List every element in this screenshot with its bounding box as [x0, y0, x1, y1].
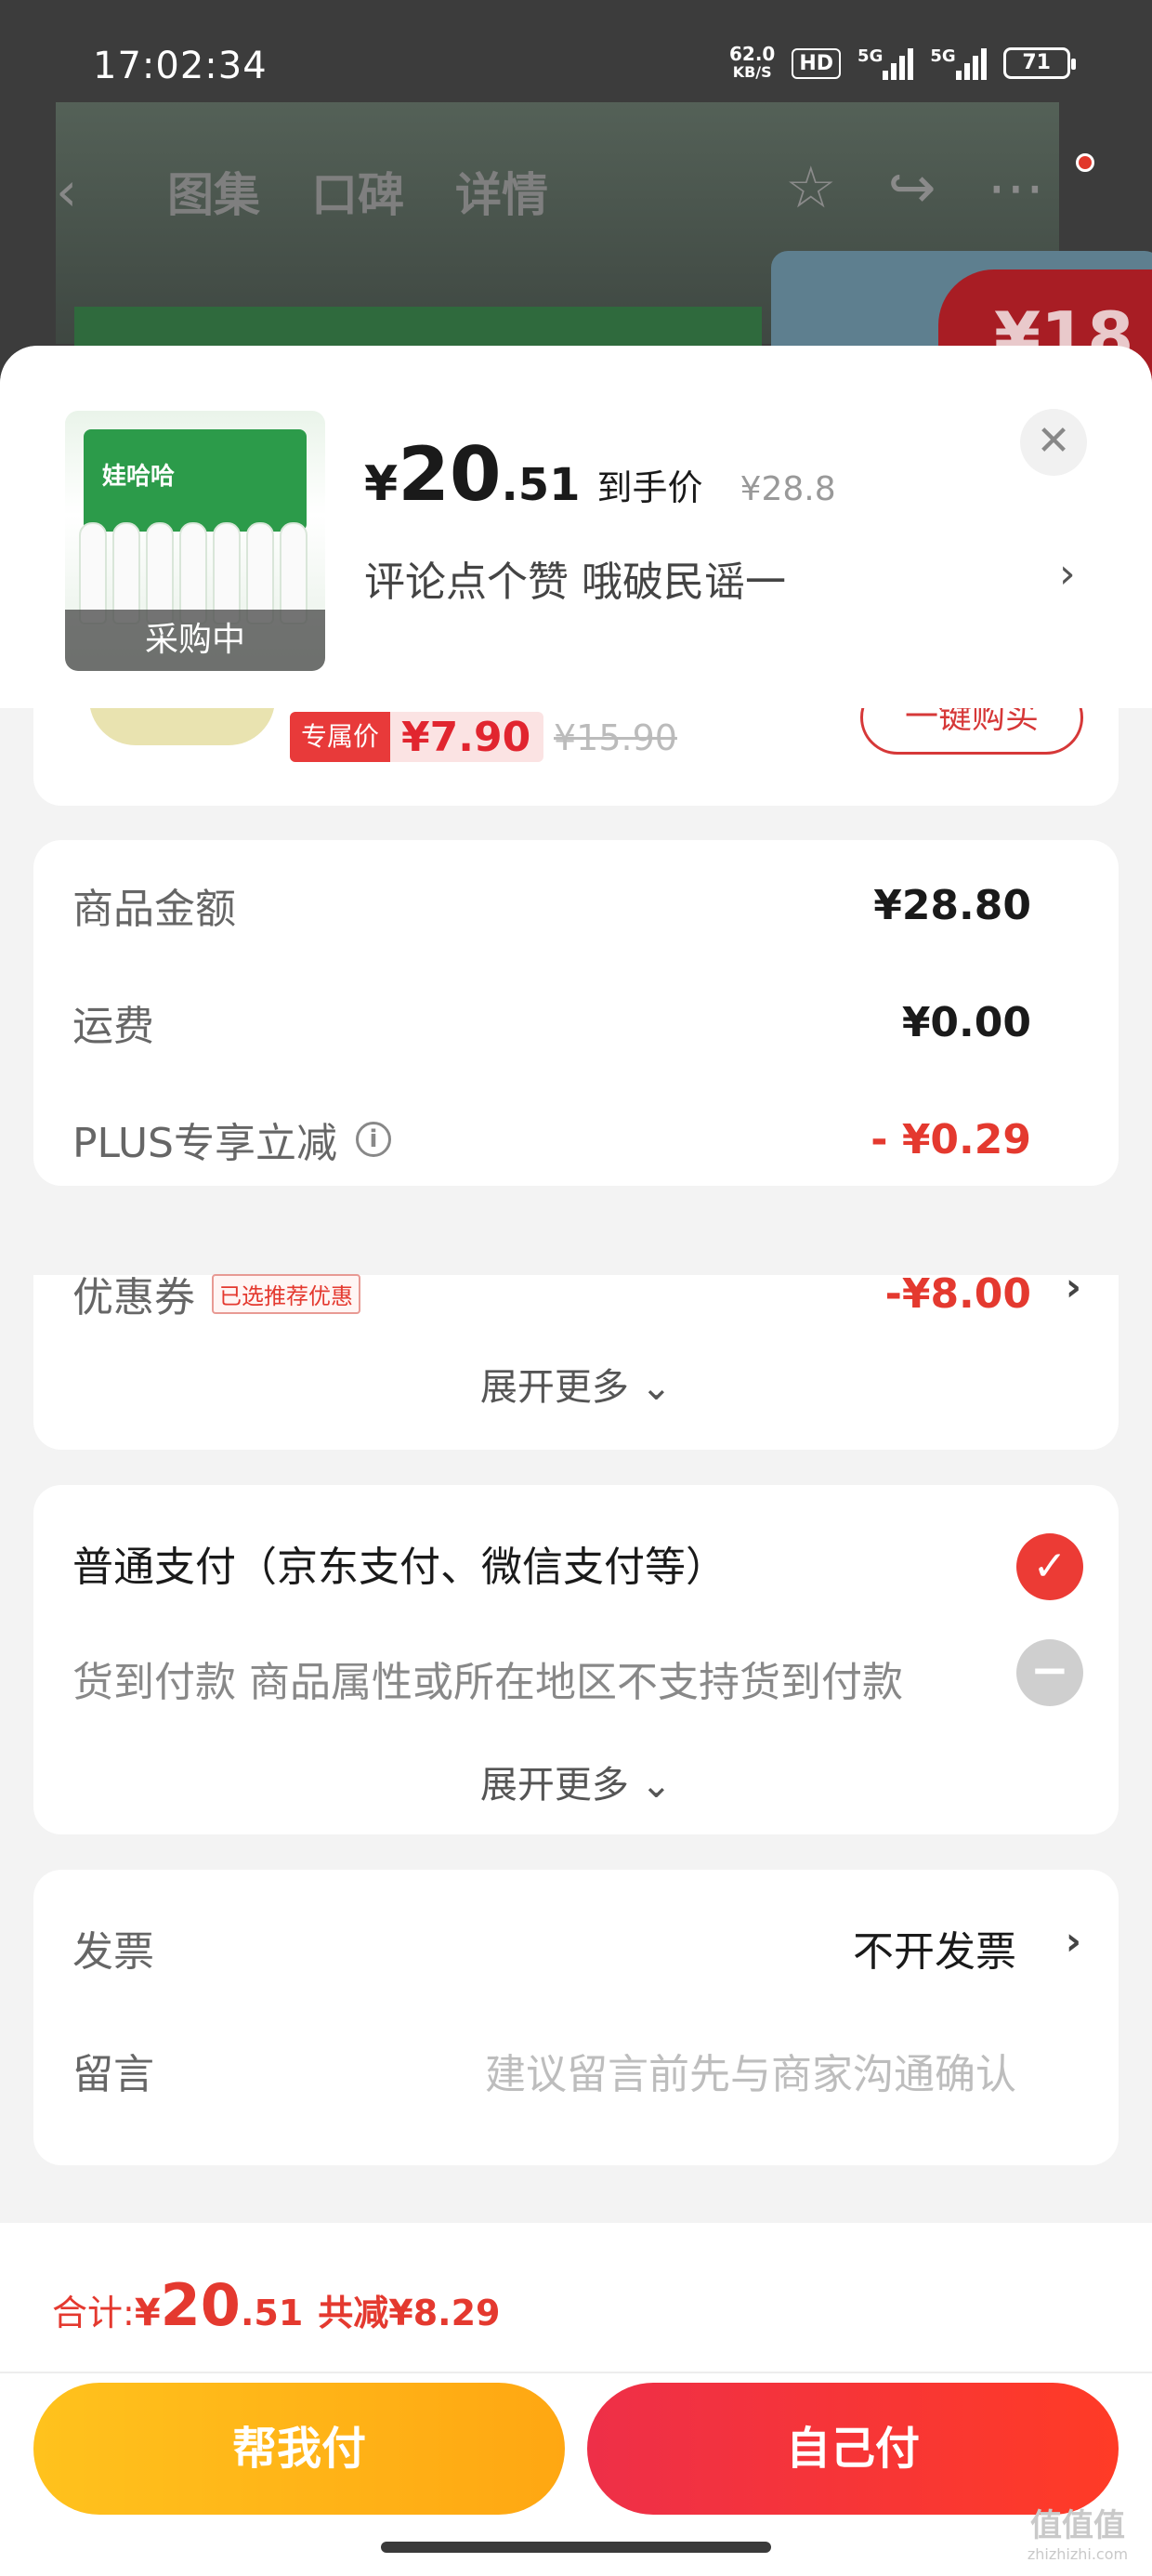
- coupon-recommended-tag: 已选推荐优惠: [212, 1273, 360, 1314]
- chevron-right-icon[interactable]: ›: [1059, 550, 1076, 598]
- recommendation-card: 专属价 ¥7.90 ¥15.90 一键购买: [33, 680, 1119, 806]
- goods-amount-label: 商品金额: [72, 886, 236, 933]
- signal-label-2: 5G: [930, 46, 956, 66]
- total-symbol: ¥: [134, 2292, 161, 2334]
- recommendation-original-price: ¥15.90: [554, 717, 677, 758]
- goods-amount-value: ¥28.80: [873, 881, 1031, 929]
- status-time: 17:02:34: [93, 45, 268, 87]
- expand-more-label: 展开更多: [479, 1366, 629, 1409]
- more-icon[interactable]: ⋯: [988, 153, 1045, 221]
- checkmark-icon[interactable]: ✓: [1016, 1533, 1083, 1600]
- tab-gallery[interactable]: 图集: [167, 158, 260, 225]
- chevron-down-icon: ⌄: [640, 1764, 673, 1807]
- signal-label-1: 5G: [857, 46, 884, 66]
- exclusive-price-value: ¥7.90: [401, 713, 531, 761]
- coupon-label: 优惠券: [72, 1274, 195, 1321]
- home-indicator[interactable]: [381, 2542, 771, 2553]
- invoice-label: 发票: [72, 1928, 154, 1976]
- plus-discount-value: - ¥0.29: [871, 1115, 1031, 1163]
- total-decimal: .51: [240, 2293, 304, 2333]
- network-speed: 62.0 KB/S: [729, 45, 775, 82]
- watermark-main: 值值值: [1030, 2507, 1125, 2544]
- network-speed-unit: KB/S: [732, 63, 772, 81]
- shipping-label: 运费: [72, 1003, 154, 1050]
- signal-5g-icon-2: 5G: [930, 46, 987, 80]
- network-speed-value: 62.0: [729, 43, 776, 65]
- price-integer: 20: [398, 431, 502, 518]
- nav-actions: ☆ ↪ ⋯: [785, 153, 1045, 221]
- tab-reviews[interactable]: 口碑: [311, 158, 404, 225]
- expand-more-summary[interactable]: 展开更多 ⌄: [33, 1357, 1119, 1411]
- watermark-site: zhizhizhi.com: [1027, 2545, 1129, 2563]
- exclusive-price-tag: 专属价 ¥7.90: [290, 712, 544, 762]
- help-me-pay-button[interactable]: 帮我付: [33, 2383, 565, 2515]
- price-decimal: .51: [501, 459, 581, 511]
- bottom-bar: 合计: ¥ 20 .51 共减¥8.29 帮我付 自己付: [0, 2223, 1152, 2576]
- signal-5g-icon: 5G: [857, 46, 914, 80]
- goods-amount-row: 商品金额 ¥28.80: [72, 875, 1031, 935]
- coupon-row[interactable]: 优惠券 已选推荐优惠 -¥8.00 ›: [33, 1253, 1119, 1336]
- total-integer: 20: [160, 2271, 241, 2339]
- final-price-label: 到手价: [596, 467, 703, 508]
- exclusive-price-label: 专属价: [290, 712, 391, 762]
- top-nav: ‹ 图集 口碑 详情 ☆ ↪ ⋯: [0, 149, 1152, 232]
- share-icon[interactable]: ↪: [888, 153, 936, 221]
- chevron-right-icon[interactable]: ›: [1066, 1918, 1081, 1964]
- product-box-brand: 娃哈哈: [102, 463, 176, 491]
- notification-dot: [1076, 153, 1094, 172]
- expand-more-payment[interactable]: 展开更多 ⌄: [33, 1755, 1119, 1808]
- total-discount: 共减¥8.29: [318, 2293, 501, 2333]
- product-comment-link[interactable]: 评论点个赞 哦破民谣一: [364, 548, 1089, 608]
- tab-details[interactable]: 详情: [455, 158, 548, 225]
- purchasing-status-label: 采购中: [65, 610, 325, 671]
- disabled-icon: −: [1016, 1639, 1083, 1706]
- info-icon[interactable]: i: [356, 1122, 391, 1157]
- nav-tabs: 图集 口碑 详情: [167, 158, 548, 225]
- coupon-value: -¥8.00: [884, 1269, 1031, 1318]
- price-row: ¥ 20 .51 到手价 ¥28.8: [364, 431, 836, 518]
- battery-icon: 71: [1002, 47, 1076, 79]
- order-total: 合计: ¥ 20 .51 共减¥8.29: [52, 2271, 500, 2339]
- original-price: ¥28.8: [740, 470, 836, 508]
- plus-discount-label: PLUS专享立减: [72, 1120, 337, 1167]
- chevron-right-icon[interactable]: ›: [1066, 1264, 1081, 1309]
- watermark-logo: 值值值 zhizhizhi.com: [1013, 2500, 1143, 2563]
- plus-discount-row: PLUS专享立减 i - ¥0.29: [72, 1110, 1031, 1169]
- shipping-row: 运费 ¥0.00: [72, 992, 1031, 1052]
- back-icon[interactable]: ‹: [56, 160, 77, 223]
- status-icons: 62.0 KB/S HD 5G 5G 71: [729, 45, 1076, 82]
- message-input[interactable]: 建议留言前先与商家沟通确认: [485, 2041, 1016, 2100]
- message-label: 留言: [72, 2051, 154, 2098]
- hd-icon: HD: [792, 47, 842, 79]
- normal-payment-option[interactable]: 普通支付（京东支付、微信支付等）: [72, 1533, 727, 1593]
- cash-on-delivery-option: 货到付款 商品属性或所在地区不支持货到付款: [72, 1659, 903, 1706]
- divider: [0, 2372, 1152, 2373]
- pay-myself-button[interactable]: 自己付: [587, 2383, 1119, 2515]
- payment-method-card: 普通支付（京东支付、微信支付等） ✓ 货到付款 商品属性或所在地区不支持货到付款…: [33, 1485, 1119, 1834]
- plus-discount-label-wrap: PLUS专享立减 i: [72, 1110, 391, 1169]
- expand-more-label: 展开更多: [479, 1764, 629, 1807]
- coupon-label-wrap: 优惠券 已选推荐优惠: [72, 1264, 360, 1323]
- price-symbol: ¥: [364, 456, 399, 512]
- status-bar: 17:02:34 62.0 KB/S HD 5G 5G 71: [0, 0, 1152, 139]
- chevron-down-icon: ⌄: [640, 1366, 673, 1409]
- shipping-value: ¥0.00: [901, 998, 1031, 1046]
- close-button[interactable]: ✕: [1020, 409, 1087, 476]
- product-header: 娃哈哈 采购中 ¥ 20 .51 到手价 ¥28.8 评论点个赞 哦破民谣一 ›: [0, 346, 1152, 708]
- total-label: 合计:: [52, 2293, 135, 2333]
- invoice-value[interactable]: 不开发票: [853, 1918, 1016, 1978]
- invoice-message-card: 发票 不开发票 › 留言 建议留言前先与商家沟通确认: [33, 1870, 1119, 2165]
- product-thumbnail: 娃哈哈 采购中: [65, 411, 325, 671]
- price-summary-card: 商品金额 ¥28.80 运费 ¥0.00 PLUS专享立减 i - ¥0.29: [33, 840, 1119, 1186]
- favorite-star-icon[interactable]: ☆: [785, 153, 837, 221]
